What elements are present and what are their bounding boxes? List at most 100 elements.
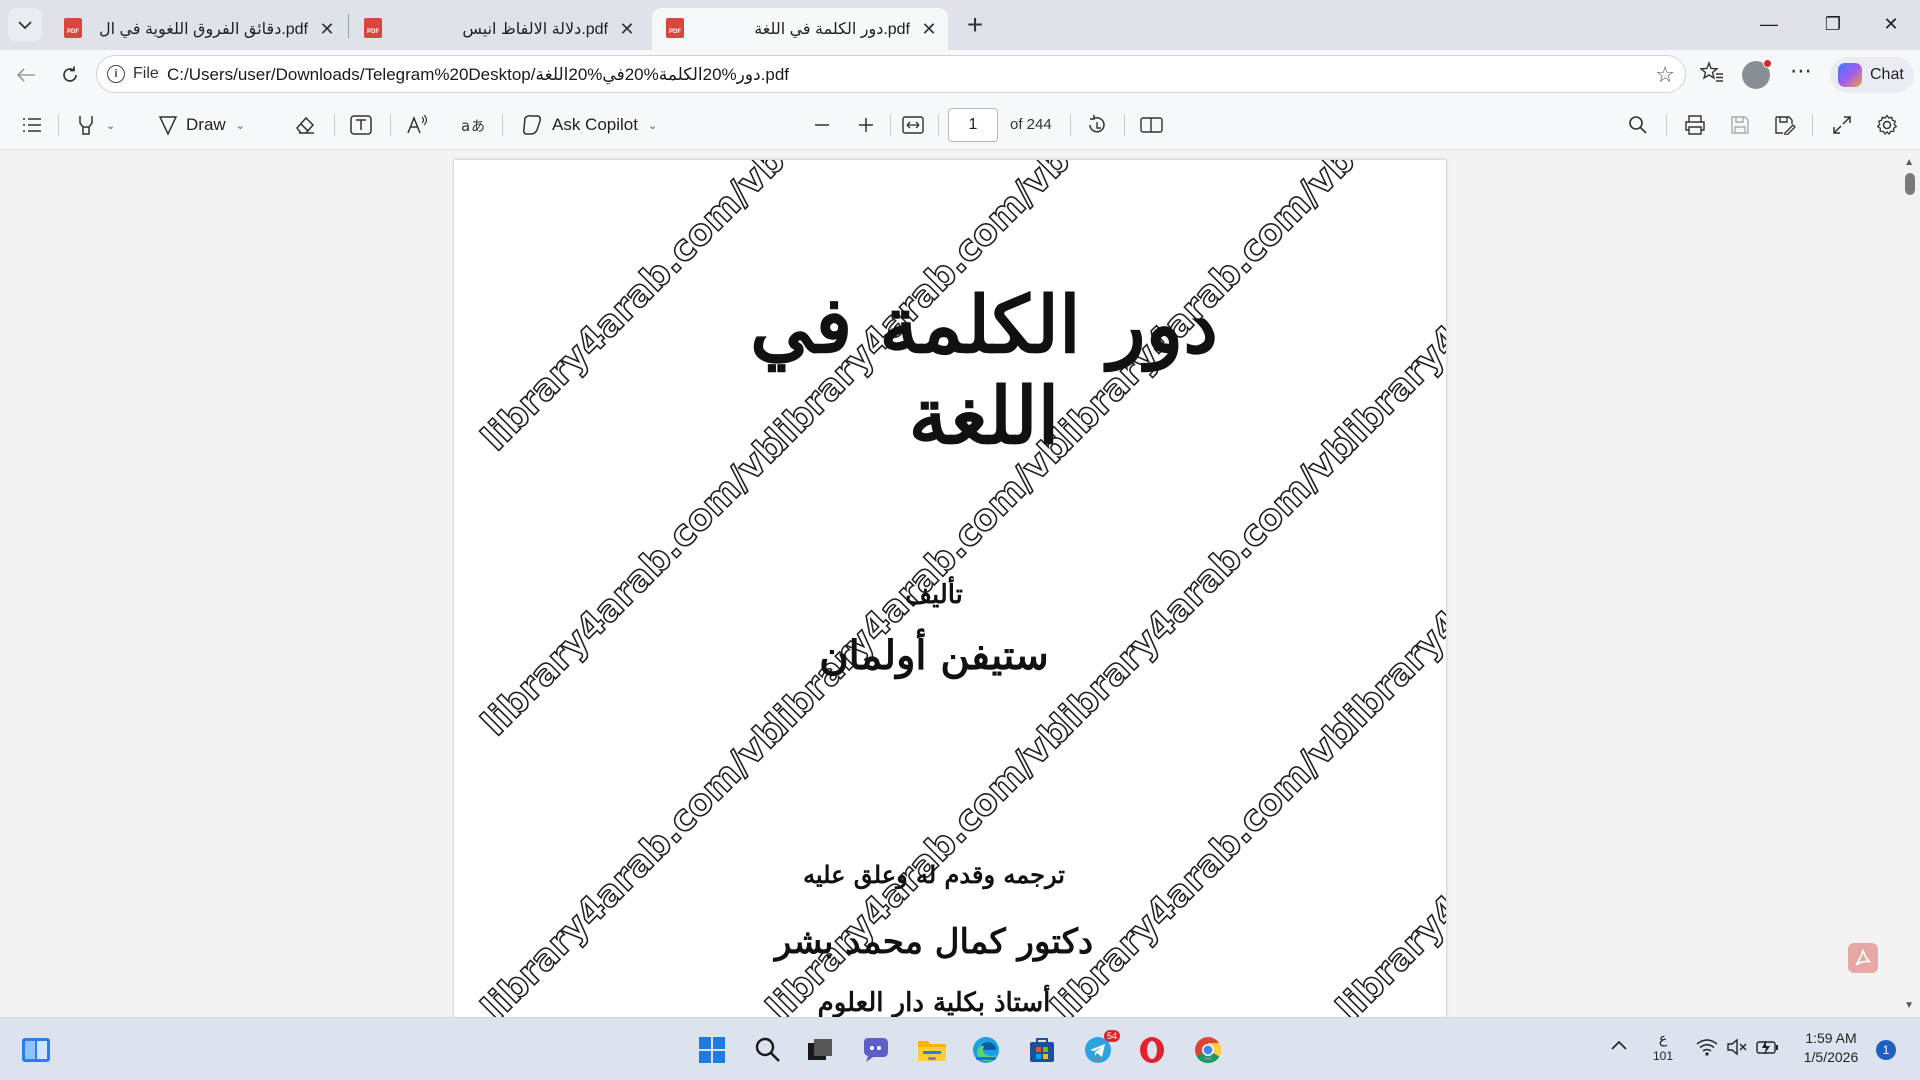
url-scheme-label: File: [133, 65, 159, 82]
copilot-chat-button[interactable]: Chat: [1830, 57, 1914, 93]
telegram-unread-badge: 54: [1103, 1030, 1120, 1042]
page-view-icon: [1140, 117, 1163, 133]
watermark-text: library4arab.com/vb: [1328, 709, 1446, 1017]
scroll-up-arrow-icon[interactable]: ▲: [1904, 157, 1914, 168]
volume-muted-icon[interactable]: [1726, 1038, 1748, 1059]
maximize-button[interactable]: ❐: [1810, 6, 1856, 42]
clock[interactable]: 1:59 AM 1/5/2026: [1796, 1029, 1866, 1067]
telegram-icon[interactable]: 54: [1082, 1030, 1120, 1066]
favorites-icon[interactable]: [1699, 60, 1724, 89]
save-icon: [1731, 116, 1749, 134]
save-as-button[interactable]: [1774, 112, 1796, 138]
draw-button[interactable]: Draw ⌄: [158, 112, 245, 138]
chevron-down-icon: ⌄: [235, 119, 245, 132]
tab-title: دور الكلمة في اللغة.pdf: [754, 21, 910, 38]
svg-text:a: a: [461, 117, 470, 135]
copilot-icon: [1838, 63, 1862, 87]
back-button[interactable]: [10, 59, 42, 91]
close-window-button[interactable]: ✕: [1868, 6, 1914, 42]
rotate-button[interactable]: [1086, 112, 1108, 138]
url-text[interactable]: C:/Users/user/Downloads/Telegram%20Deskt…: [167, 65, 789, 85]
refresh-button[interactable]: [54, 59, 86, 91]
task-view-icon[interactable]: [804, 1034, 836, 1066]
copilot-outline-icon: [523, 115, 541, 135]
chrome-icon[interactable]: [1192, 1034, 1224, 1066]
ask-copilot-button[interactable]: Ask Copilot ⌄: [520, 112, 657, 138]
new-tab-button[interactable]: +: [960, 9, 990, 40]
tab-close-button[interactable]: ✕: [316, 18, 338, 40]
pdf-file-icon: PDF: [364, 18, 382, 38]
page-number-input[interactable]: [948, 108, 998, 142]
edge-browser-icon[interactable]: [970, 1034, 1002, 1066]
highlight-button[interactable]: ⌄: [76, 112, 115, 138]
running-indicator: [928, 1057, 936, 1060]
read-aloud-button[interactable]: [406, 112, 428, 138]
running-indicator: [1204, 1057, 1212, 1060]
widgets-icon[interactable]: [20, 1034, 52, 1066]
gear-icon: [1876, 114, 1898, 136]
vertical-scrollbar[interactable]: ▲ ▼: [1900, 151, 1920, 1017]
expand-icon: [1833, 116, 1851, 134]
refresh-icon: [63, 66, 77, 82]
save-button[interactable]: [1730, 112, 1750, 138]
battery-charging-icon[interactable]: [1756, 1038, 1780, 1059]
translator-role: أستاذ بكلية دار العلوم: [817, 988, 1051, 1017]
pen-icon: [158, 116, 178, 136]
clock-time: 1:59 AM: [1805, 1030, 1857, 1046]
book-title: دور الكلمة في اللغة: [750, 280, 1218, 462]
erase-button[interactable]: [294, 112, 316, 138]
search-icon[interactable]: [752, 1034, 784, 1066]
minimize-button[interactable]: —: [1746, 6, 1792, 42]
input-language-indicator[interactable]: ع 101: [1650, 1029, 1676, 1065]
read-aloud-icon: [407, 115, 428, 134]
plus-icon: [859, 118, 873, 132]
toolbar-divider: [938, 114, 939, 136]
show-hidden-icons-chevron-up-icon[interactable]: [1610, 1038, 1628, 1056]
wifi-icon[interactable]: [1696, 1038, 1718, 1059]
zoom-in-button[interactable]: [858, 112, 874, 138]
scrollbar-thumb[interactable]: [1905, 173, 1915, 195]
microsoft-store-icon[interactable]: [1026, 1034, 1058, 1066]
site-info-icon[interactable]: i: [107, 65, 125, 83]
settings-button[interactable]: [1876, 112, 1898, 138]
address-bar-row: i File C:/Users/user/Downloads/Telegram%…: [0, 50, 1920, 100]
minus-icon: [815, 124, 829, 126]
full-screen-button[interactable]: [1832, 112, 1852, 138]
more-options-icon[interactable]: ⋯: [1790, 58, 1812, 84]
tab-2[interactable]: PDF دلالة الالفاظ انيس.pdf ✕: [350, 8, 646, 50]
tab-close-button[interactable]: ✕: [918, 18, 940, 40]
file-explorer-icon[interactable]: [916, 1034, 948, 1066]
toolbar-divider: [1666, 114, 1667, 136]
tab-close-button[interactable]: ✕: [616, 18, 638, 40]
tab-1[interactable]: PDF دقائق الفروق اللغوية في ال.pdf ✕: [50, 8, 346, 50]
pdf-page: library4arab.com/vb library4arab.com/vb …: [454, 160, 1446, 1017]
watermark-text: library4arab.com/vb: [1328, 424, 1446, 745]
pdf-viewer[interactable]: library4arab.com/vb library4arab.com/vb …: [0, 151, 1920, 1017]
profile-avatar[interactable]: [1742, 59, 1772, 89]
acrobat-icon[interactable]: [1848, 943, 1878, 973]
address-bar[interactable]: i File C:/Users/user/Downloads/Telegram%…: [96, 55, 1686, 93]
opera-icon[interactable]: [1136, 1034, 1168, 1066]
notification-center-badge[interactable]: 1: [1876, 1040, 1896, 1060]
scroll-down-arrow-icon[interactable]: ▼: [1904, 1000, 1914, 1011]
teams-chat-icon[interactable]: [860, 1034, 892, 1066]
toolbar-divider: [58, 114, 59, 136]
rotate-icon: [1089, 115, 1105, 133]
clock-date: 1/5/2026: [1803, 1049, 1859, 1065]
favorite-star-icon[interactable]: ☆: [1655, 62, 1675, 88]
add-text-button[interactable]: [350, 112, 372, 138]
tab-actions-menu-button[interactable]: [8, 8, 42, 42]
fit-to-width-button[interactable]: [902, 112, 924, 138]
tab-3-active[interactable]: PDF دور الكلمة في اللغة.pdf ✕: [652, 8, 948, 50]
chevron-down-icon: ⌄: [647, 119, 658, 132]
page-view-button[interactable]: [1140, 112, 1164, 138]
toolbar-divider: [890, 114, 891, 136]
translate-button[interactable]: aあ: [460, 112, 484, 138]
text-box-icon: [350, 115, 372, 135]
highlighter-icon: [79, 116, 93, 135]
start-windows-icon[interactable]: [696, 1034, 728, 1066]
print-button[interactable]: [1684, 112, 1706, 138]
find-button[interactable]: [1628, 112, 1648, 138]
zoom-out-button[interactable]: [814, 112, 830, 138]
contents-button[interactable]: [22, 112, 42, 138]
